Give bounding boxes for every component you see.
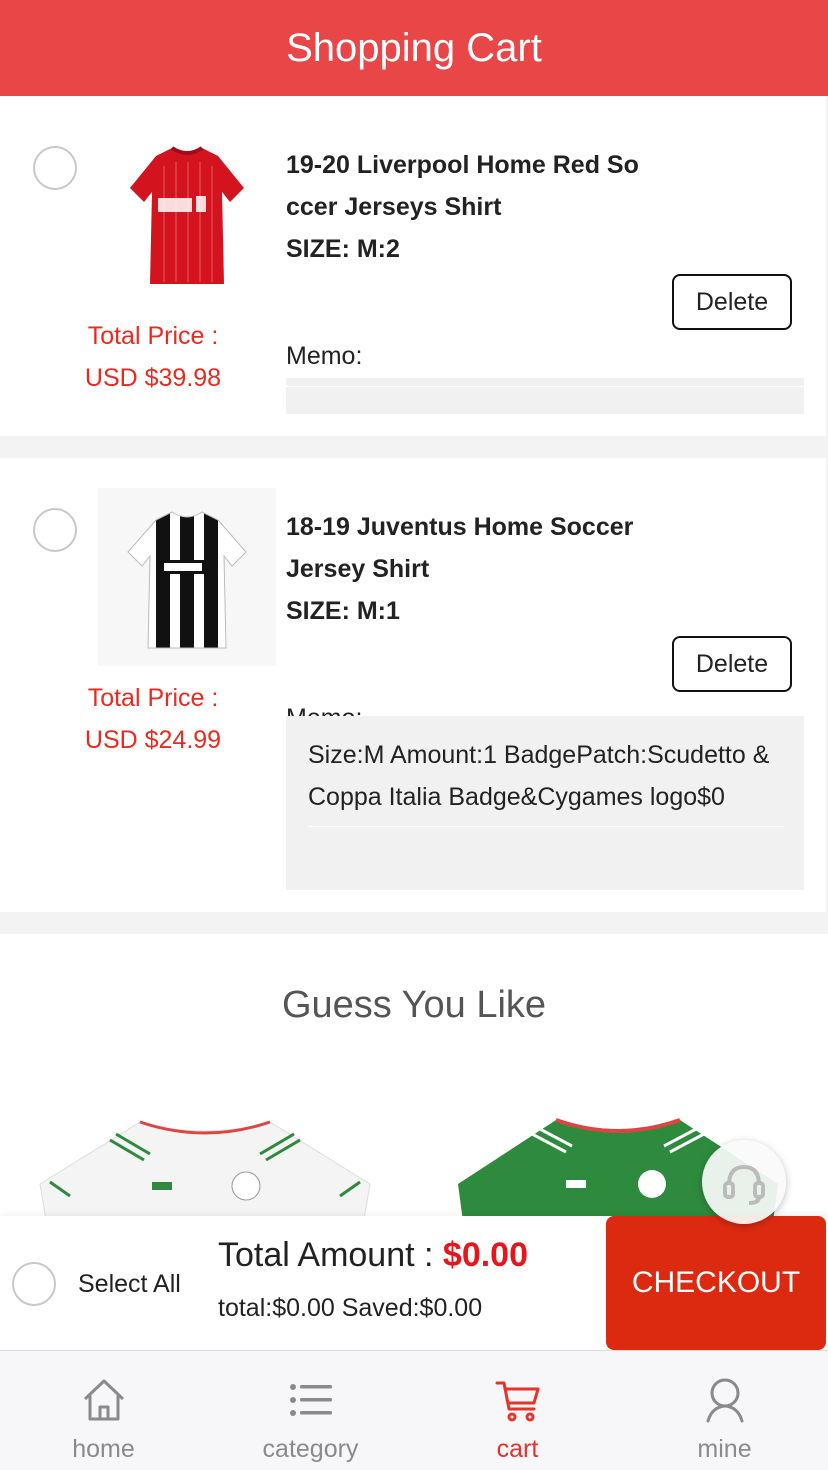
memo-field[interactable]	[286, 378, 804, 414]
product-size: SIZE: M:1	[286, 597, 400, 625]
item-total-price: USD $24.99	[84, 726, 222, 754]
cart-icon	[495, 1381, 539, 1422]
memo-text: Size:M Amount:1 BadgePatch:Scudetto & Co…	[308, 734, 784, 827]
user-icon	[706, 1378, 743, 1423]
tab-mine[interactable]: mine	[621, 1351, 828, 1470]
tab-label: mine	[697, 1435, 752, 1463]
memo-label: Memo:	[286, 342, 363, 370]
bottom-tab-bar: home category cart mine	[0, 1350, 828, 1470]
total-price-label: Total Price :	[87, 322, 219, 350]
item-total-price: USD $39.98	[84, 364, 222, 392]
header-bar: Shopping Cart	[0, 0, 828, 96]
product-image-liverpool-jersey[interactable]	[98, 126, 276, 304]
checkout-bar: Select All Total Amount : $0.00 total:$0…	[0, 1216, 828, 1350]
tab-label: cart	[496, 1435, 539, 1463]
product-title[interactable]: 19-20 Liverpool Home Red So ccer Jerseys…	[286, 144, 676, 228]
list-icon	[289, 1384, 332, 1416]
home-icon	[83, 1379, 124, 1421]
total-price-label: Total Price :	[87, 684, 219, 712]
total-amount: Total Amount : $0.00	[218, 1236, 528, 1275]
select-all-label[interactable]: Select All	[78, 1270, 181, 1299]
page-title: Shopping Cart	[286, 25, 542, 70]
customer-support-button[interactable]	[702, 1140, 786, 1224]
item-select-radio[interactable]	[33, 146, 77, 190]
delete-button[interactable]: Delete	[672, 274, 792, 330]
cart-item: Total Price : USD $24.99 18-19 Juventus …	[0, 458, 826, 912]
product-size: SIZE: M:2	[286, 235, 400, 263]
recommendations-title: Guess You Like	[281, 984, 547, 1026]
checkout-button[interactable]: CHECKOUT	[606, 1216, 826, 1350]
delete-button[interactable]: Delete	[672, 636, 792, 692]
product-title[interactable]: 18-19 Juventus Home Soccer Jersey Shirt	[286, 506, 676, 590]
recommended-product-image[interactable]	[30, 1104, 380, 1216]
memo-text	[286, 378, 804, 387]
tab-label: category	[262, 1435, 359, 1463]
tab-cart[interactable]: cart	[414, 1351, 621, 1470]
select-all-radio[interactable]	[12, 1262, 56, 1306]
total-amount-label: Total Amount :	[218, 1236, 443, 1274]
memo-field[interactable]: Size:M Amount:1 BadgePatch:Scudetto & Co…	[286, 716, 804, 890]
tab-category[interactable]: category	[207, 1351, 414, 1470]
subtotal-saved: total:$0.00 Saved:$0.00	[218, 1294, 483, 1322]
tab-label: home	[72, 1435, 135, 1463]
tab-home[interactable]: home	[0, 1351, 207, 1470]
total-amount-value: $0.00	[442, 1236, 528, 1274]
product-image-juventus-jersey[interactable]	[98, 488, 276, 666]
item-select-radio[interactable]	[33, 508, 77, 552]
headset-icon	[723, 1164, 765, 1205]
cart-item: Total Price : USD $39.98 19-20 Liverpool…	[0, 96, 826, 436]
